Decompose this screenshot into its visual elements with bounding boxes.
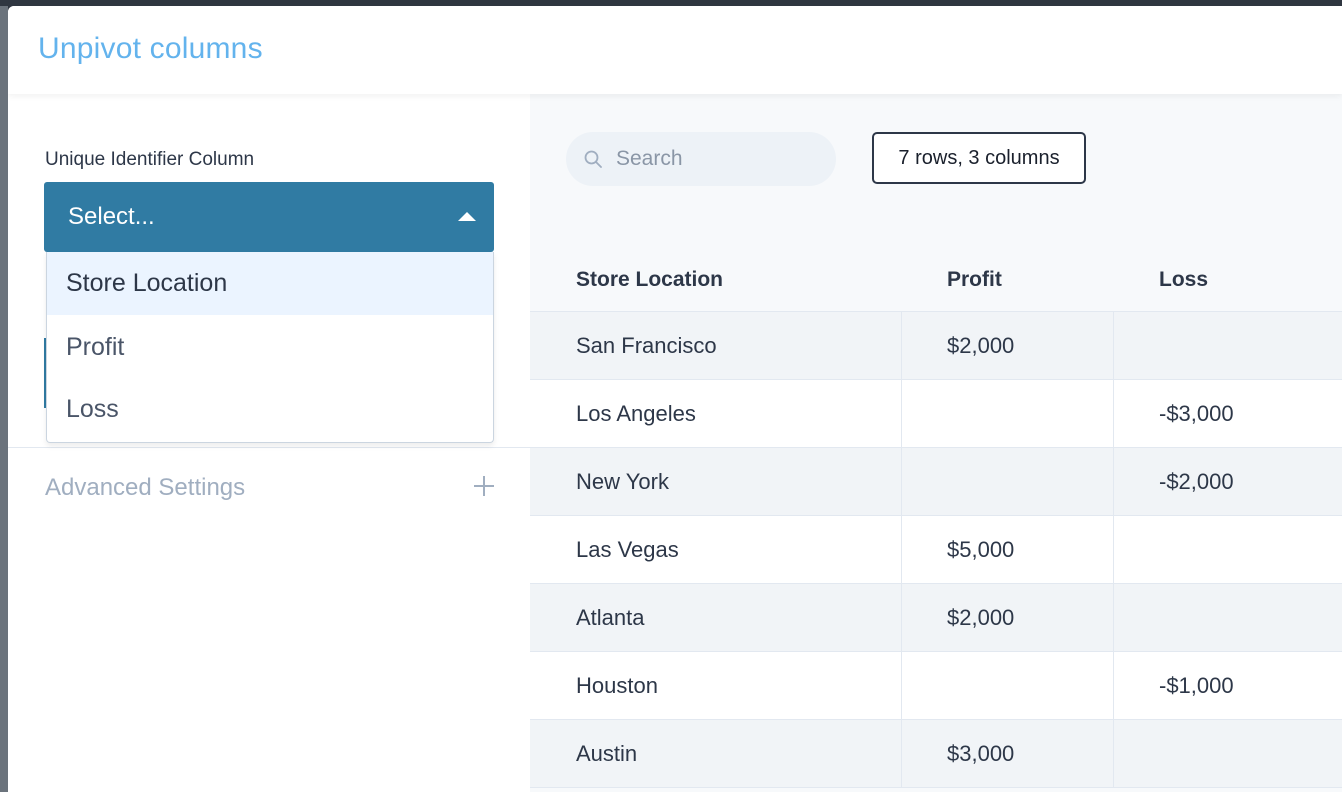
column-header-store-location[interactable]: Store Location bbox=[576, 268, 723, 292]
dropdown-option-store-location[interactable]: Store Location bbox=[47, 252, 493, 315]
section-divider bbox=[8, 447, 530, 448]
column-header-profit[interactable]: Profit bbox=[947, 268, 1002, 292]
table-cell: -$2,000 bbox=[1159, 469, 1234, 494]
table-row: New York -$2,000 bbox=[530, 448, 1342, 516]
table-cell: Austin bbox=[576, 741, 638, 766]
dropdown-option-profit[interactable]: Profit bbox=[47, 316, 493, 379]
table-cell: Las Vegas bbox=[576, 537, 679, 562]
table-cell: -$1,000 bbox=[1159, 673, 1234, 698]
column-header-loss[interactable]: Loss bbox=[1159, 268, 1208, 292]
row-column-count-badge: 7 rows, 3 columns bbox=[872, 132, 1086, 184]
backdrop bbox=[0, 6, 8, 792]
caret-up-icon bbox=[458, 212, 476, 221]
preview-table: Store Location Profit Loss San Francisco… bbox=[530, 244, 1342, 788]
unpivot-modal: Unpivot columns Unique Identifier Column… bbox=[8, 6, 1342, 792]
search-box bbox=[566, 132, 836, 186]
table-cell: Houston bbox=[576, 673, 658, 698]
unique-identifier-label: Unique Identifier Column bbox=[45, 149, 255, 170]
table-cell: $5,000 bbox=[947, 537, 1015, 562]
dropdown-option-loss[interactable]: Loss bbox=[47, 378, 493, 441]
plus-icon[interactable] bbox=[474, 476, 494, 496]
table-cell: $3,000 bbox=[947, 741, 1015, 766]
table-row: Las Vegas $5,000 bbox=[530, 516, 1342, 584]
table-cell: $2,000 bbox=[947, 605, 1015, 630]
table-row: Los Angeles -$3,000 bbox=[530, 380, 1342, 448]
advanced-settings-toggle[interactable]: Advanced Settings bbox=[45, 474, 245, 502]
table-cell: $2,000 bbox=[947, 333, 1015, 358]
modal-header: Unpivot columns bbox=[8, 6, 1342, 94]
select-placeholder: Select... bbox=[68, 203, 155, 230]
table-row: Atlanta $2,000 bbox=[530, 584, 1342, 652]
table-header: Store Location Profit Loss bbox=[530, 244, 1342, 312]
table-cell: San Francisco bbox=[576, 333, 717, 358]
table-row: Houston -$1,000 bbox=[530, 652, 1342, 720]
table-cell: -$3,000 bbox=[1159, 401, 1234, 426]
unique-identifier-select[interactable]: Select... bbox=[44, 182, 494, 252]
table-cell: Los Angeles bbox=[576, 401, 696, 426]
preview-pane: 7 rows, 3 columns Store Location Profit … bbox=[530, 94, 1342, 792]
modal-title: Unpivot columns bbox=[38, 32, 263, 65]
table-cell: Atlanta bbox=[576, 605, 645, 630]
column-dropdown-menu: Store Location Profit Loss bbox=[46, 252, 494, 443]
table-row: Austin $3,000 bbox=[530, 720, 1342, 788]
table-cell: New York bbox=[576, 469, 669, 494]
search-icon bbox=[584, 150, 602, 168]
search-input[interactable] bbox=[616, 132, 826, 186]
table-row: San Francisco $2,000 bbox=[530, 312, 1342, 380]
settings-pane: Unique Identifier Column Select... Store… bbox=[8, 94, 530, 792]
